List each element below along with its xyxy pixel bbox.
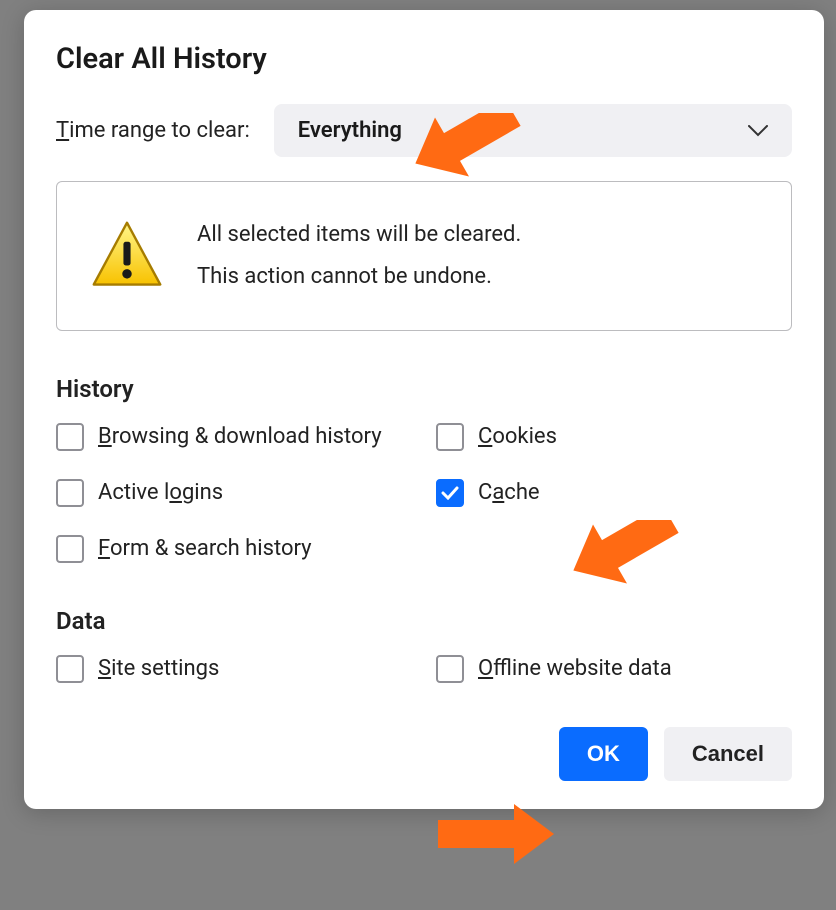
warning-icon bbox=[89, 218, 165, 294]
checkbox-browsing-history[interactable]: Browsing & download history bbox=[56, 423, 436, 451]
button-row: OK Cancel bbox=[56, 727, 792, 781]
checkbox-label: Site settings bbox=[98, 656, 219, 681]
checkbox-cache[interactable]: Cache bbox=[436, 479, 792, 507]
checkbox-box bbox=[436, 655, 464, 683]
data-section-title: Data bbox=[56, 607, 792, 635]
dialog-title: Clear All History bbox=[56, 42, 792, 76]
checkbox-label: Cache bbox=[478, 480, 540, 505]
checkbox-form-history[interactable]: Form & search history bbox=[56, 535, 436, 563]
checkbox-offline-data[interactable]: Offline website data bbox=[436, 655, 792, 683]
warning-box: All selected items will be cleared. This… bbox=[56, 181, 792, 331]
warning-text: All selected items will be cleared. This… bbox=[197, 214, 521, 298]
data-checkbox-grid: Site settings Offline website data bbox=[56, 655, 792, 683]
history-checkbox-grid: Browsing & download history Cookies Acti… bbox=[56, 423, 792, 563]
history-section-title: History bbox=[56, 375, 792, 403]
annotation-arrow-icon bbox=[438, 804, 554, 864]
checkbox-label: Cookies bbox=[478, 424, 557, 449]
checkbox-box bbox=[56, 535, 84, 563]
clear-history-dialog: Clear All History Time range to clear: E… bbox=[24, 10, 824, 809]
checkbox-box bbox=[436, 479, 464, 507]
checkbox-label: Active logins bbox=[98, 480, 223, 505]
time-range-select[interactable]: Everything bbox=[274, 104, 792, 157]
ok-button[interactable]: OK bbox=[559, 727, 648, 781]
checkbox-active-logins[interactable]: Active logins bbox=[56, 479, 436, 507]
checkbox-box bbox=[56, 655, 84, 683]
checkbox-site-settings[interactable]: Site settings bbox=[56, 655, 436, 683]
checkbox-label: Form & search history bbox=[98, 536, 312, 561]
checkbox-box bbox=[436, 423, 464, 451]
time-range-label: Time range to clear: bbox=[56, 118, 250, 143]
checkbox-cookies[interactable]: Cookies bbox=[436, 423, 792, 451]
checkbox-label: Offline website data bbox=[478, 656, 672, 681]
time-range-value: Everything bbox=[298, 118, 402, 143]
checkbox-box bbox=[56, 423, 84, 451]
cancel-button[interactable]: Cancel bbox=[664, 727, 792, 781]
chevron-down-icon bbox=[748, 125, 768, 137]
checkbox-box bbox=[56, 479, 84, 507]
time-range-row: Time range to clear: Everything bbox=[56, 104, 792, 157]
checkbox-label: Browsing & download history bbox=[98, 424, 382, 449]
